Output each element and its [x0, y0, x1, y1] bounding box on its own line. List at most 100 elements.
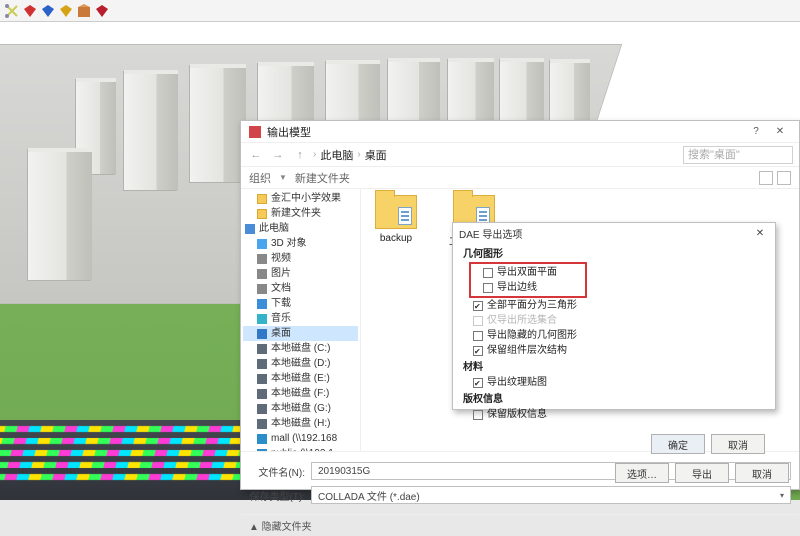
options-cancel-button[interactable]: 取消 — [711, 434, 765, 454]
tree-item-label: 文档 — [271, 281, 291, 296]
dialog-titlebar[interactable]: 输出模型 ? ✕ — [241, 121, 799, 143]
tree-item[interactable]: 下载 — [243, 296, 358, 311]
tree-item[interactable]: 此电脑 — [243, 221, 358, 236]
new-folder-button[interactable]: 新建文件夹 — [295, 170, 350, 186]
chk-two-sided[interactable]: 导出双面平面 — [473, 265, 583, 280]
search-input[interactable]: 搜索"桌面" — [683, 146, 793, 164]
gem-blue-icon[interactable] — [40, 3, 56, 19]
export-button[interactable]: 导出 — [675, 463, 729, 483]
filename-label: 文件名(N): — [249, 464, 305, 479]
drive-icon — [257, 419, 267, 429]
tree-item-label: 本地磁盘 (H:) — [271, 416, 330, 431]
tree-item-label: 此电脑 — [259, 221, 289, 236]
tree-item-label: mall (\\192.168 — [271, 431, 337, 446]
tree-item-label: public (\\192.1 — [271, 446, 334, 451]
app-icon — [249, 126, 261, 138]
close-icon[interactable]: ✕ — [751, 228, 769, 239]
chk-export-edges[interactable]: 导出边线 — [473, 280, 583, 295]
breadcrumb-segment[interactable]: 桌面 — [365, 147, 387, 163]
tree-item[interactable]: 本地磁盘 (F:) — [243, 386, 358, 401]
gray-icon — [257, 269, 267, 279]
nav-back-button[interactable]: ← — [247, 146, 265, 164]
nav-forward-button[interactable]: → — [269, 146, 287, 164]
tree-item-label: 金汇中小学效果 — [271, 191, 341, 206]
gem-gold-icon[interactable] — [58, 3, 74, 19]
dialog-help-button[interactable]: ? — [745, 124, 767, 140]
net-icon — [257, 434, 267, 444]
tree-item[interactable]: 图片 — [243, 266, 358, 281]
down-icon — [257, 299, 267, 309]
drive-icon — [257, 374, 267, 384]
chk-selection-only: 仅导出所选集合 — [463, 313, 765, 328]
folder-label: backup — [367, 233, 425, 244]
chk-texture-maps[interactable]: 导出纹理贴图 — [463, 375, 765, 390]
package-icon[interactable] — [76, 3, 92, 19]
tree-item[interactable]: 新建文件夹 — [243, 206, 358, 221]
ruby-icon[interactable] — [94, 3, 110, 19]
sel-icon — [257, 329, 267, 339]
folder-item[interactable]: backup — [367, 195, 425, 244]
tree-item[interactable]: 文档 — [243, 281, 358, 296]
folder-tree[interactable]: 金汇中小学效果新建文件夹此电脑3D 对象视频图片文档下载音乐桌面本地磁盘 (C:… — [241, 189, 361, 451]
chk-credit[interactable]: 保留版权信息 — [463, 407, 765, 422]
dialog-close-button[interactable]: ✕ — [769, 124, 791, 140]
options-title: DAE 导出选项 — [459, 226, 522, 241]
highlighted-group: 导出双面平面 导出边线 — [469, 262, 587, 298]
folder-icon — [375, 195, 417, 229]
tree-item-label: 新建文件夹 — [271, 206, 321, 221]
chk-hierarchy[interactable]: 保留组件层次结构 — [463, 343, 765, 358]
tree-item-label: 本地磁盘 (G:) — [271, 401, 331, 416]
tree-item[interactable]: 本地磁盘 (H:) — [243, 416, 358, 431]
tree-item-label: 本地磁盘 (D:) — [271, 356, 330, 371]
filetype-select[interactable]: COLLADA 文件 (*.dae) ▾ — [311, 486, 791, 504]
tree-item[interactable]: 音乐 — [243, 311, 358, 326]
view-icon[interactable] — [759, 171, 773, 185]
tree-item[interactable]: 本地磁盘 (G:) — [243, 401, 358, 416]
group-credit-label: 版权信息 — [463, 392, 765, 407]
scissors-icon[interactable] — [4, 3, 20, 19]
tree-item[interactable]: 本地磁盘 (C:) — [243, 341, 358, 356]
organize-menu[interactable]: 组织 — [249, 170, 271, 186]
dialog-title: 输出模型 — [267, 124, 311, 140]
gem-red-icon[interactable] — [22, 3, 38, 19]
chk-triangulate[interactable]: 全部平面分为三角形 — [463, 298, 765, 313]
tree-item[interactable]: 本地磁盘 (D:) — [243, 356, 358, 371]
nav-up-button[interactable]: ↑ — [291, 146, 309, 164]
building — [124, 70, 178, 190]
tree-item-label: 桌面 — [271, 326, 291, 341]
tree-item-label: 图片 — [271, 266, 291, 281]
breadcrumb-segment[interactable]: 此电脑 — [320, 147, 353, 163]
tree-item[interactable]: 本地磁盘 (E:) — [243, 371, 358, 386]
tree-item[interactable]: 金汇中小学效果 — [243, 191, 358, 206]
tree-item-label: 视频 — [271, 251, 291, 266]
drive-icon — [257, 389, 267, 399]
gray-icon — [257, 284, 267, 294]
help-icon[interactable] — [777, 171, 791, 185]
command-bar: 组织 ▼ 新建文件夹 — [241, 167, 799, 189]
tree-item[interactable]: 视频 — [243, 251, 358, 266]
options-titlebar[interactable]: DAE 导出选项 ✕ — [453, 223, 775, 243]
music-icon — [257, 314, 267, 324]
hide-folders-toggle[interactable]: ▲ 隐藏文件夹 — [249, 518, 312, 533]
main-toolbar — [0, 0, 800, 22]
tree-item[interactable]: mall (\\192.168 — [243, 431, 358, 446]
drive-icon — [257, 359, 267, 369]
tree-item-label: 本地磁盘 (C:) — [271, 341, 330, 356]
cancel-button[interactable]: 取消 — [735, 463, 789, 483]
nav-bar: ← → ↑ › 此电脑 › 桌面 搜索"桌面" — [241, 143, 799, 167]
options-button[interactable]: 选项… — [615, 463, 669, 483]
tree-item-label: 本地磁盘 (E:) — [271, 371, 330, 386]
tree-item[interactable]: 3D 对象 — [243, 236, 358, 251]
tree-item[interactable]: public (\\192.1 — [243, 446, 358, 451]
drive-icon — [257, 404, 267, 414]
chevron-down-icon[interactable]: ▾ — [780, 491, 784, 500]
gray-icon — [257, 254, 267, 264]
tree-item-label: 音乐 — [271, 311, 291, 326]
chk-hidden-geometry[interactable]: 导出隐藏的几何图形 — [463, 328, 765, 343]
ok-button[interactable]: 确定 — [651, 434, 705, 454]
group-geometry-label: 几何图形 — [463, 247, 765, 262]
tree-item-label: 3D 对象 — [271, 236, 307, 251]
group-material-label: 材料 — [463, 360, 765, 375]
net-icon — [257, 449, 267, 452]
tree-item[interactable]: 桌面 — [243, 326, 358, 341]
